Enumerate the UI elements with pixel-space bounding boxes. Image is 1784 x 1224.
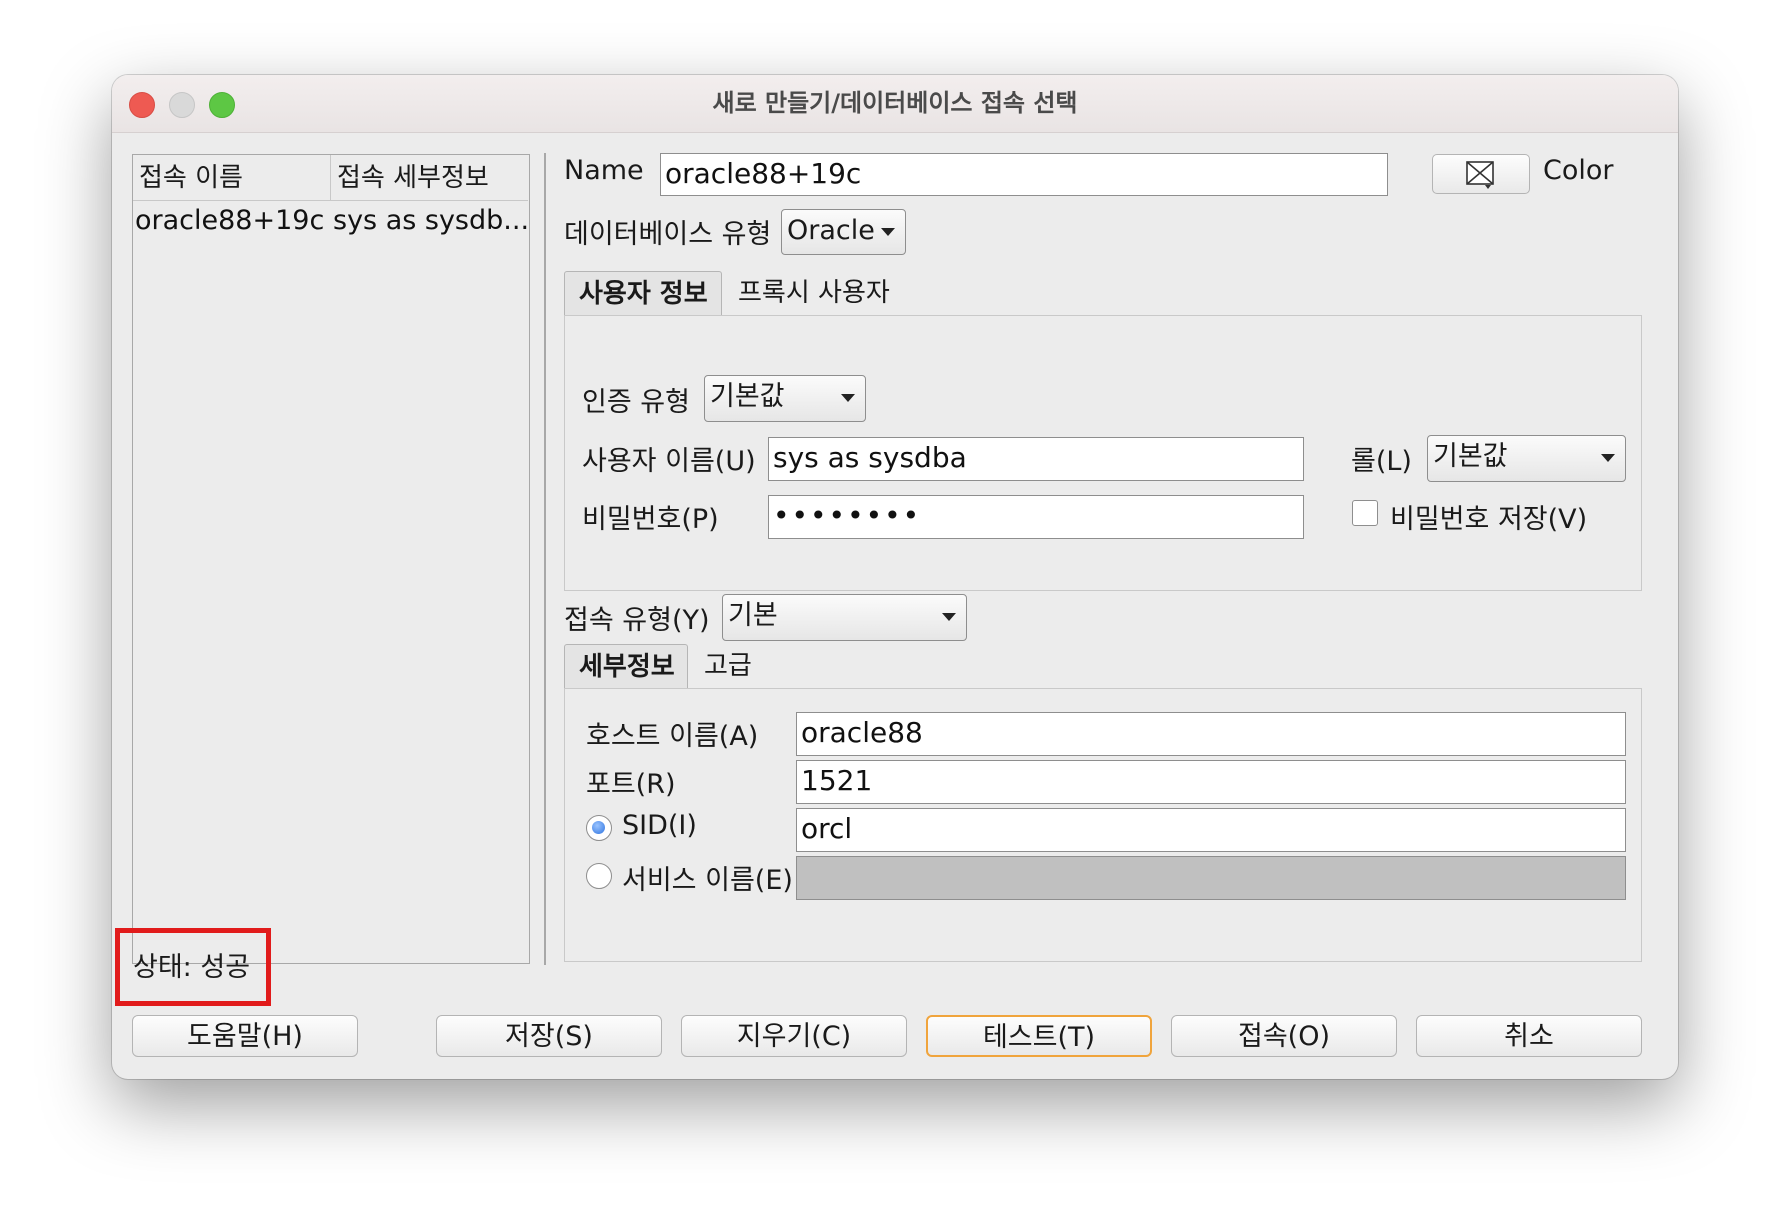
save-button[interactable]: 저장(S) <box>436 1015 662 1057</box>
color-picker-button[interactable] <box>1432 154 1530 194</box>
tab-user-info[interactable]: 사용자 정보 <box>564 271 722 315</box>
db-type-select[interactable]: Oracle <box>781 209 906 255</box>
save-password-label: 비밀번호 저장(V) <box>1390 504 1588 535</box>
connect-button[interactable]: 접속(O) <box>1171 1015 1397 1057</box>
service-name-input[interactable] <box>796 856 1626 900</box>
db-type-value: Oracle <box>787 215 875 246</box>
connection-row-details[interactable]: sys as sysdb... <box>333 201 527 241</box>
tab-advanced[interactable]: 고급 <box>690 644 766 688</box>
color-swatch-icon <box>1466 161 1494 189</box>
cancel-button[interactable]: 취소 <box>1416 1015 1642 1057</box>
connection-type-label: 접속 유형(Y) <box>564 605 710 636</box>
connection-list[interactable]: 접속 이름 접속 세부정보 oracle88+19c sys as sysdb.… <box>132 154 530 964</box>
tab-proxy-user[interactable]: 프록시 사용자 <box>724 271 904 315</box>
name-input[interactable]: oracle88+19c <box>660 153 1388 196</box>
color-label: Color <box>1543 155 1614 186</box>
password-input[interactable]: •••••••• <box>768 495 1304 539</box>
window-title: 새로 만들기/데이터베이스 접속 선택 <box>712 89 1078 117</box>
role-select[interactable]: 기본값 <box>1427 435 1626 482</box>
connection-type-select[interactable]: 기본 <box>722 594 967 641</box>
chevron-down-icon <box>841 394 855 402</box>
auth-type-select[interactable]: 기본값 <box>704 375 866 422</box>
chevron-down-icon <box>942 613 956 621</box>
connection-row-name[interactable]: oracle88+19c <box>135 201 329 241</box>
service-name-label: 서비스 이름(E) <box>622 865 793 896</box>
save-password-checkbox[interactable] <box>1352 500 1378 526</box>
username-label: 사용자 이름(U) <box>582 446 756 477</box>
name-label: Name <box>564 155 644 186</box>
status-text: 상태: 성공 <box>133 952 251 983</box>
host-label: 호스트 이름(A) <box>586 721 759 752</box>
sid-radio[interactable] <box>586 815 612 841</box>
service-name-radio[interactable] <box>586 863 612 889</box>
sid-label: SID(I) <box>622 810 697 841</box>
db-type-label: 데이터베이스 유형 <box>564 219 772 250</box>
column-header-connection-details[interactable]: 접속 세부정보 <box>331 155 528 201</box>
role-label: 롤(L) <box>1351 446 1412 477</box>
split-pane-divider[interactable] <box>544 153 546 965</box>
new-db-connection-dialog: 새로 만들기/데이터베이스 접속 선택 접속 이름 접속 세부정보 oracle… <box>112 75 1678 1079</box>
port-label: 포트(R) <box>586 769 676 800</box>
column-header-connection-name[interactable]: 접속 이름 <box>133 155 331 201</box>
chevron-down-icon <box>1601 454 1615 462</box>
host-input[interactable]: oracle88 <box>796 712 1626 756</box>
test-button[interactable]: 테스트(T) <box>926 1015 1152 1057</box>
chevron-down-icon <box>881 228 895 236</box>
tab-details[interactable]: 세부정보 <box>564 644 688 688</box>
port-input[interactable]: 1521 <box>796 760 1626 804</box>
auth-type-label: 인증 유형 <box>582 387 690 418</box>
username-input[interactable]: sys as sysdba <box>768 437 1304 481</box>
auth-type-value: 기본값 <box>710 381 785 412</box>
role-value: 기본값 <box>1433 441 1508 472</box>
password-label: 비밀번호(P) <box>582 504 719 535</box>
help-button[interactable]: 도움말(H) <box>132 1015 358 1057</box>
sid-input[interactable]: orcl <box>796 808 1626 852</box>
connection-type-value: 기본 <box>728 600 778 631</box>
title-bar: 새로 만들기/데이터베이스 접속 선택 <box>112 75 1678 133</box>
clear-button[interactable]: 지우기(C) <box>681 1015 907 1057</box>
